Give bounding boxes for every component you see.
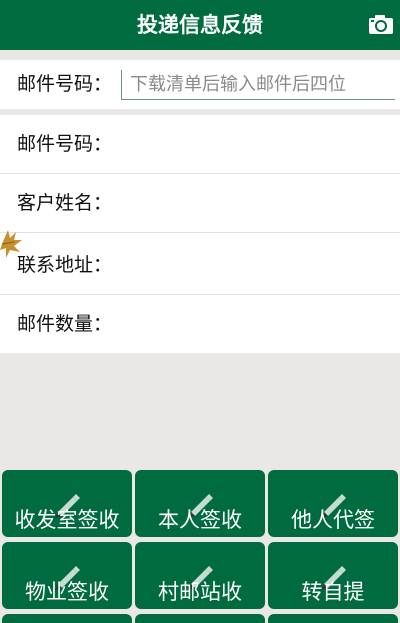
button-row-partial [0, 614, 400, 623]
tracking-number-input[interactable] [121, 70, 395, 100]
proxy-sign-label: 他人代签 [291, 508, 375, 532]
self-pickup-button[interactable]: 转自提 [268, 542, 398, 609]
page-title: 投递信息反馈 [137, 13, 263, 37]
self-sign-label: 本人签收 [158, 508, 242, 532]
tracking-number-search-row: 邮件号码： [0, 60, 400, 109]
info-row-mail-number: 邮件号码： [0, 115, 400, 174]
top-bar: 投递信息反馈 [0, 0, 400, 50]
info-row-mail-count: 邮件数量： [0, 295, 400, 353]
mail-info-list: 邮件号码： 客户姓名： 联系地址： 邮件数量： [0, 115, 400, 353]
self-sign-button[interactable]: 本人签收 [135, 470, 265, 537]
camera-icon[interactable] [368, 13, 394, 35]
mail-count-label: 邮件数量： [17, 313, 113, 335]
village-station-label: 村邮站收 [158, 580, 242, 604]
mail-number-label: 邮件号码： [17, 133, 113, 155]
leaf-icon [0, 230, 22, 258]
proxy-sign-button[interactable]: 他人代签 [268, 470, 398, 537]
village-station-button[interactable]: 村邮站收 [135, 542, 265, 609]
mailroom-sign-label: 收发室签收 [14, 508, 120, 532]
customer-name-label: 客户姓名： [17, 192, 113, 214]
property-sign-button[interactable]: 物业签收 [2, 542, 132, 609]
property-sign-label: 物业签收 [25, 580, 109, 604]
info-row-address: 联系地址： [0, 233, 400, 295]
mailroom-sign-button[interactable]: 收发室签收 [2, 470, 132, 537]
address-label: 联系地址： [17, 254, 113, 276]
self-pickup-label: 转自提 [301, 580, 365, 604]
info-row-customer-name: 客户姓名： [0, 174, 400, 233]
search-label: 邮件号码： [17, 73, 113, 95]
